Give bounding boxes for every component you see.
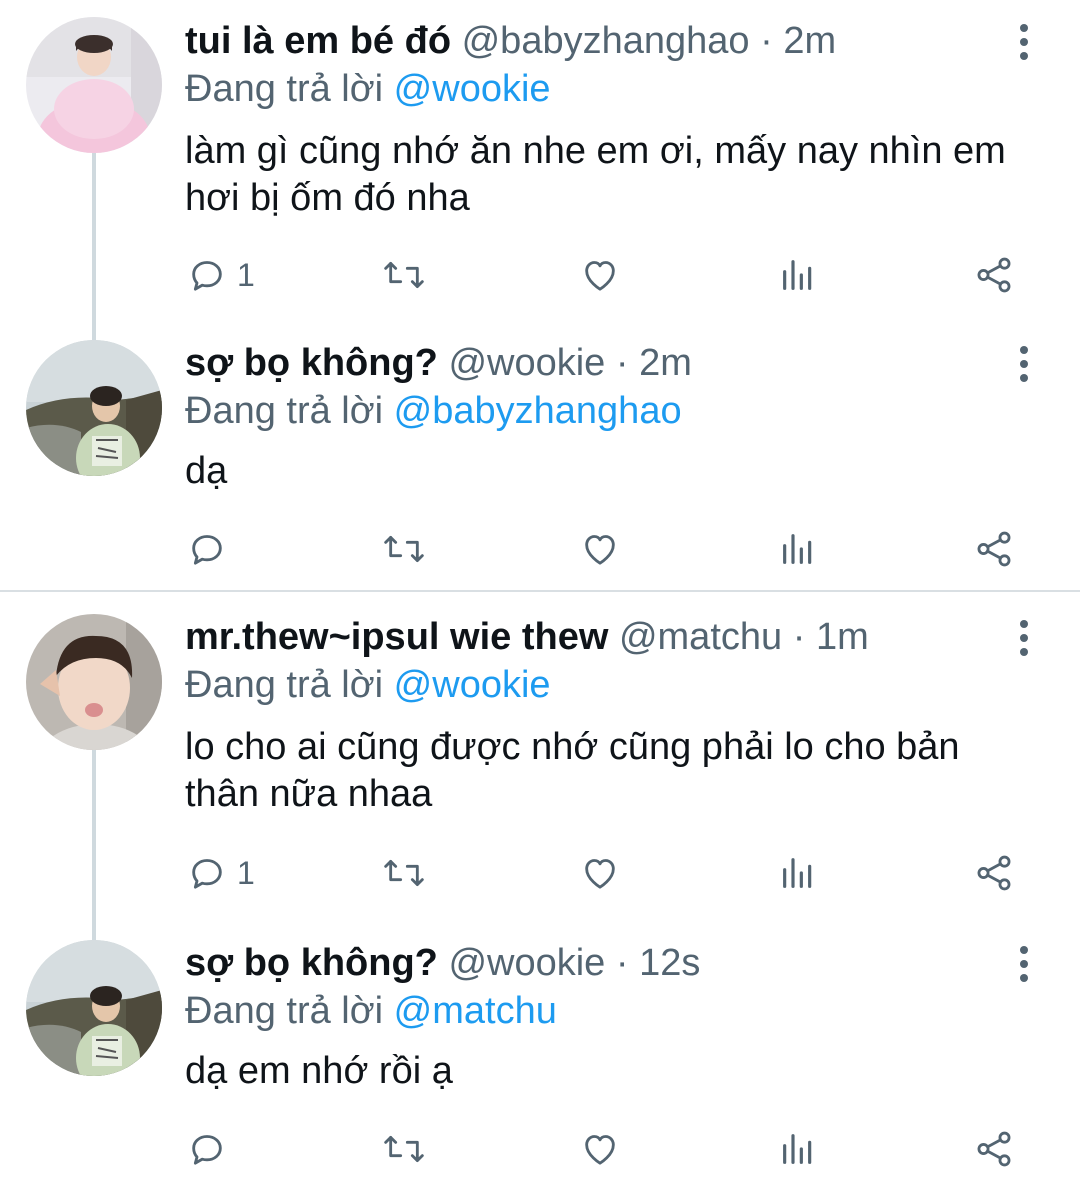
reply-count: 1	[237, 256, 255, 293]
reply-icon	[192, 859, 222, 889]
display-name[interactable]: mr.thew~ipsul wie thew	[185, 616, 608, 658]
share-icon	[977, 531, 1011, 567]
reply-button[interactable]: 1	[187, 250, 255, 300]
share-icon	[977, 855, 1011, 891]
more-vertical-icon[interactable]	[1012, 614, 1036, 662]
action-bar	[0, 524, 1080, 574]
timestamp[interactable]: 2m	[639, 342, 692, 384]
share-button[interactable]	[973, 848, 1015, 898]
share-button[interactable]	[973, 250, 1015, 300]
tweet-header: mr.thew~ipsul wie thew @matchu · 1m	[185, 614, 990, 660]
mention-link[interactable]: @babyzhanghao	[394, 390, 682, 432]
timestamp[interactable]: 1m	[816, 616, 869, 658]
display-name[interactable]: sợ bọ không?	[185, 942, 438, 984]
timestamp[interactable]: 12s	[639, 942, 700, 984]
retweet-icon	[384, 859, 424, 887]
separator-dot: ·	[615, 342, 629, 384]
tweet-header: sợ bọ không? @wookie · 2m	[185, 340, 990, 386]
retweet-button[interactable]	[382, 524, 426, 574]
share-button[interactable]	[973, 1124, 1015, 1174]
replying-to: Đang trả lời @wookie	[185, 662, 551, 708]
timestamp[interactable]: 2m	[783, 20, 836, 62]
tweet-text: dạ	[185, 450, 228, 492]
like-icon	[585, 859, 615, 889]
action-bar: 1	[0, 250, 1080, 300]
action-bar	[0, 1124, 1080, 1174]
tweet-text: làm gì cũng nhớ ăn nhe em ơi, mấy nay nh…	[185, 130, 1006, 219]
replying-label: Đang trả lời	[185, 990, 384, 1032]
replying-to: Đang trả lời @wookie	[185, 66, 551, 112]
reply-icon	[192, 535, 222, 565]
share-icon	[977, 257, 1011, 293]
avatar[interactable]	[26, 614, 162, 750]
tweet[interactable]: tui là em bé đó @babyzhanghao · 2m Đang …	[0, 0, 1080, 318]
avatar[interactable]	[26, 940, 162, 1076]
action-bar: 1	[0, 848, 1080, 898]
views-button[interactable]	[778, 250, 818, 300]
reply-button[interactable]	[187, 1124, 237, 1174]
mention-link[interactable]: @wookie	[394, 68, 551, 110]
reply-thread-feed: tui là em bé đó @babyzhanghao · 2m Đang …	[0, 0, 1080, 1184]
mention-link[interactable]: @wookie	[394, 664, 551, 706]
avatar[interactable]	[26, 340, 162, 476]
retweet-icon	[384, 1135, 424, 1163]
like-button[interactable]	[580, 1124, 620, 1174]
tweet-header: sợ bọ không? @wookie · 12s	[185, 940, 990, 986]
retweet-button[interactable]	[382, 848, 426, 898]
like-button[interactable]	[580, 250, 620, 300]
avatar[interactable]	[26, 17, 162, 153]
share-icon	[977, 1131, 1011, 1167]
retweet-icon	[384, 261, 424, 289]
user-handle[interactable]: @wookie	[448, 342, 605, 384]
reply-icon	[192, 261, 222, 291]
tweet-text: dạ em nhớ rồi ạ	[185, 1050, 453, 1092]
views-button[interactable]	[778, 524, 818, 574]
views-icon	[783, 260, 812, 290]
reply-button[interactable]	[187, 524, 237, 574]
views-icon	[783, 858, 812, 888]
like-icon	[585, 261, 615, 291]
more-vertical-icon[interactable]	[1012, 940, 1036, 988]
retweet-icon	[384, 535, 424, 563]
like-button[interactable]	[580, 524, 620, 574]
tweet[interactable]: sợ bọ không? @wookie · 2m Đang trả lời @…	[0, 318, 1080, 590]
user-handle[interactable]: @babyzhanghao	[462, 20, 750, 62]
replying-label: Đang trả lời	[185, 390, 384, 432]
separator-dot: ·	[615, 942, 629, 984]
views-icon	[783, 1134, 812, 1164]
mention-link[interactable]: @matchu	[394, 990, 557, 1032]
replying-to: Đang trả lời @babyzhanghao	[185, 388, 682, 434]
display-name[interactable]: tui là em bé đó	[185, 20, 451, 62]
retweet-button[interactable]	[382, 250, 426, 300]
views-button[interactable]	[778, 848, 818, 898]
replying-label: Đang trả lời	[185, 68, 384, 110]
like-icon	[585, 535, 615, 565]
separator-dot: ·	[792, 616, 806, 658]
tweet-text: lo cho ai cũng được nhớ cũng phải lo cho…	[185, 726, 960, 815]
tweet[interactable]: sợ bọ không? @wookie · 12s Đang trả lời …	[0, 918, 1080, 1184]
views-button[interactable]	[778, 1124, 818, 1174]
like-button[interactable]	[580, 848, 620, 898]
reply-button[interactable]: 1	[187, 848, 255, 898]
more-vertical-icon[interactable]	[1012, 18, 1036, 66]
display-name[interactable]: sợ bọ không?	[185, 342, 438, 384]
user-handle[interactable]: @matchu	[619, 616, 782, 658]
share-button[interactable]	[973, 524, 1015, 574]
tweet-header: tui là em bé đó @babyzhanghao · 2m	[185, 18, 990, 64]
tweet[interactable]: mr.thew~ipsul wie thew @matchu · 1m Đang…	[0, 592, 1080, 918]
like-icon	[585, 1135, 615, 1165]
views-icon	[783, 534, 812, 564]
retweet-button[interactable]	[382, 1124, 426, 1174]
separator-dot: ·	[760, 20, 773, 62]
reply-count: 1	[237, 854, 255, 891]
reply-icon	[192, 1135, 222, 1165]
replying-to: Đang trả lời @matchu	[185, 988, 557, 1034]
replying-label: Đang trả lời	[185, 664, 384, 706]
more-vertical-icon[interactable]	[1012, 340, 1036, 388]
user-handle[interactable]: @wookie	[448, 942, 605, 984]
